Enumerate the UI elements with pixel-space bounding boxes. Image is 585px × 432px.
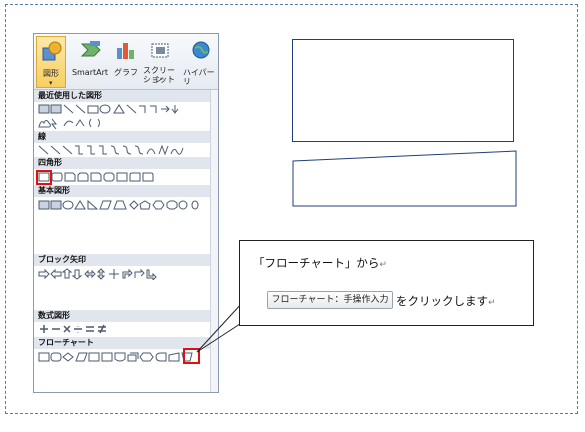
return-mark: ↵ — [379, 260, 387, 270]
smartart-button-label: SmartArt — [71, 68, 109, 77]
hyperlink-button-label: ハイパーリ — [183, 68, 215, 86]
callout-text-1: 「フローチャート」から — [253, 256, 380, 270]
rectangle-shapes-row[interactable] — [38, 171, 218, 183]
insert-ribbon: 図形 ▾ SmartArt グラフ スクリーン ショット ハイパーリ — [34, 34, 218, 90]
section-rectangles: 四角形 — [34, 157, 218, 169]
section-recent-shapes: 最近使用した図形 — [34, 90, 218, 102]
rectangle-shape-highlight[interactable] — [36, 170, 52, 185]
drawn-rectangle-shape[interactable] — [292, 39, 514, 142]
chart-button[interactable]: グラフ — [113, 36, 139, 88]
chevron-down-icon: ▾ — [49, 79, 53, 87]
section-lines: 線 — [34, 131, 218, 143]
bar-chart-icon — [117, 43, 134, 59]
screenshot-icon — [151, 43, 169, 58]
shapes-button[interactable]: 図形 ▾ — [36, 36, 66, 88]
callout-text-2: をクリックします — [396, 294, 488, 308]
callout-line-1: 「フローチャート」から↵ — [253, 255, 387, 271]
shapes-gallery-panel: 図形 ▾ SmartArt グラフ スクリーン ショット ハイパーリ 最近使用し… — [33, 33, 219, 393]
recent-shapes-row-2[interactable] — [38, 117, 218, 129]
globe-icon — [192, 41, 210, 59]
block-arrows-grid[interactable] — [38, 268, 218, 280]
shape-tooltip: フローチャート：手操作入力 — [267, 291, 393, 309]
screenshot-button[interactable]: スクリーン ショット — [141, 36, 177, 88]
section-equation-shapes: 数式図形 — [34, 310, 218, 322]
shapes-button-label: 図形 — [43, 69, 59, 78]
section-basic-shapes: 基本図形 — [34, 185, 218, 197]
smartart-button[interactable]: SmartArt — [68, 36, 112, 88]
chart-button-label: グラフ — [114, 68, 138, 77]
hyperlink-button[interactable]: ハイパーリ — [181, 36, 218, 88]
callout-line-2: をクリックします↵ — [396, 293, 496, 309]
drawn-manual-input-shape[interactable] — [292, 150, 518, 208]
screenshot-label-2: ショット — [143, 75, 175, 84]
return-mark: ↵ — [488, 298, 496, 308]
shapes-icon — [42, 41, 62, 61]
equation-shapes-row[interactable] — [38, 323, 218, 335]
section-block-arrows: ブロック矢印 — [34, 254, 218, 266]
line-shapes-row[interactable] — [38, 144, 218, 156]
instruction-callout: 「フローチャート」から↵ をクリックします↵ — [239, 240, 534, 326]
smartart-icon — [80, 41, 101, 57]
recent-shapes-row-1[interactable] — [38, 103, 218, 115]
basic-shapes-grid[interactable] — [38, 199, 218, 211]
